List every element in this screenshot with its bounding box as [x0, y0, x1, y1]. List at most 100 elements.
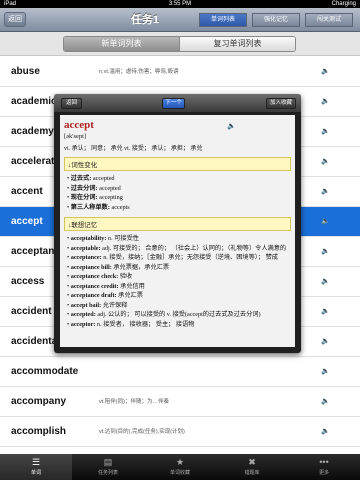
detail-key: acceptable:	[70, 244, 101, 252]
detail-value: accepting	[97, 194, 123, 201]
speaker-icon[interactable]: 🔈	[321, 98, 330, 106]
tab-label: 任务列表	[97, 470, 118, 476]
speaker-icon[interactable]: 🔈	[321, 158, 330, 166]
word-definition: vt.达到(目的),完成(任务),实现(计划)	[99, 429, 185, 435]
speaker-icon[interactable]: 🔈	[227, 122, 236, 130]
detail-value: 承兑票据，承兑汇票	[111, 263, 170, 271]
detail-value: n. 接受，接纳；［金融］承兑；无怨接受（逆境、困境等）； 赞成	[101, 254, 278, 261]
detail-item: acceptance check: 验收	[67, 272, 291, 282]
popup-content: accept 🔈 [ək'sept] vi. 承认； 同意； 承兑 vt. 接受…	[60, 115, 295, 347]
detail-item: acceptance credit: 承兑信用	[67, 282, 291, 292]
tab-bar: ☰ 单词 ▤ 任务列表 ★ 单词收藏 ✖ 错题库 ••• 更多	[0, 454, 360, 480]
status-bar: iPad 3:55 PM Charging	[0, 0, 360, 8]
detail-key: accept bail:	[70, 301, 102, 309]
word-text: academy	[11, 126, 54, 137]
segment-bar: 新单词列表 复习单词列表	[0, 32, 360, 56]
tab-more[interactable]: ••• 更多	[288, 454, 360, 480]
detail-value: accepts	[109, 203, 130, 211]
speaker-icon[interactable]: 🔈	[321, 308, 330, 316]
word-text: access	[11, 276, 45, 287]
speaker-icon[interactable]: 🔈	[321, 188, 330, 196]
detail-item: acceptance bill: 承兑票据，承兑汇票	[67, 263, 291, 273]
detail-key: accepted:	[70, 311, 96, 318]
headword: accept	[64, 119, 94, 131]
detail-value: 验收	[118, 273, 133, 280]
speaker-icon[interactable]: 🔈	[321, 428, 330, 436]
detail-key: acceptance:	[70, 254, 102, 261]
detail-value: adj. 公认的； 可以接受的 v. 接受(accept的过去式及过去分词)	[95, 311, 261, 318]
detail-key: acceptor:	[70, 320, 96, 328]
detail-item: acceptance draft: 承兑汇票	[67, 291, 291, 301]
tab-label: 单词收藏	[169, 470, 190, 476]
list-segment-control: 新单词列表 复习单词列表	[63, 36, 296, 52]
detail-value: adj. 可接受的； 合意的； （社会上）认同的；（礼物等）令人满意的	[100, 244, 287, 252]
detail-key: 现在分词:	[70, 194, 98, 201]
detail-item: 过去分词: accepted	[67, 184, 291, 194]
speaker-icon[interactable]: 🔈	[321, 368, 330, 376]
word-row[interactable]: accompany vt.陪伴(同)；伴随；为…伴奏 🔈	[0, 387, 360, 417]
detail-item: 过去式: accepted	[67, 174, 291, 184]
word-text: accent	[11, 186, 43, 197]
word-text: accidental	[11, 336, 60, 347]
word-definition: n.vt.滥用；虐待,伤害；辱骂,毁谤	[99, 69, 179, 75]
segment-review-words[interactable]: 复习单词列表	[179, 37, 295, 51]
detail-value: 承兑汇票	[116, 292, 143, 299]
speaker-icon[interactable]: 🔈	[321, 278, 330, 286]
detail-key: 过去式:	[70, 175, 92, 182]
nav-bar: 返回 任务1 单词列表 强化记忆 闯关测试	[0, 8, 360, 32]
word-row[interactable]: abuse n.vt.滥用；虐待,伤害；辱骂,毁谤 🔈	[0, 57, 360, 87]
popup-back-button[interactable]: 返回	[61, 98, 82, 109]
tab-star[interactable]: ★ 单词收藏	[144, 454, 216, 480]
detail-value: accepted	[97, 184, 121, 192]
speaker-icon[interactable]: 🔈	[321, 248, 330, 256]
speaker-icon[interactable]: 🔈	[321, 128, 330, 136]
word-text: accommodate	[11, 366, 79, 377]
tab-label: 错题库	[244, 470, 260, 476]
meaning: vi. 承认； 同意； 承兑 vt. 接受； 承认； 承担； 承兑	[64, 146, 203, 152]
detail-value: n. 可接受性	[106, 235, 139, 242]
detail-value: 允许保释	[101, 301, 128, 309]
word-text: accept	[11, 216, 43, 227]
detail-key: acceptance bill:	[70, 263, 112, 271]
detail-key: acceptance credit:	[70, 282, 119, 290]
tab-clipboard[interactable]: ▤ 任务列表	[72, 454, 144, 480]
battery-status: Charging	[331, 1, 356, 7]
more-icon: •••	[319, 457, 329, 467]
word-row[interactable]: accomplish vt.达到(目的),完成(任务),实现(计划) 🔈	[0, 417, 360, 447]
detail-item: 第三人称单数: accepts	[67, 203, 291, 213]
next-word-button[interactable]: 下一个	[162, 98, 185, 109]
back-button[interactable]: 返回	[4, 12, 26, 27]
speaker-icon[interactable]: 🔈	[321, 398, 330, 406]
tab-x-circle[interactable]: ✖ 错题库	[216, 454, 288, 480]
clock: 3:55 PM	[168, 1, 192, 7]
tab-list[interactable]: ☰ 单词	[0, 454, 72, 480]
speaker-icon[interactable]: 🔈	[321, 338, 330, 346]
add-favorite-button[interactable]: 加入收藏	[266, 98, 296, 109]
detail-item: accepted: adj. 公认的； 可以接受的 v. 接受(accept的过…	[67, 310, 291, 320]
section-inflections: ↓词性变化	[64, 157, 291, 171]
detail-value: accepted	[91, 175, 115, 182]
association-list: acceptability: n. 可接受性acceptable: adj. 可…	[64, 234, 291, 329]
word-row[interactable]: accommodate 🔈	[0, 357, 360, 387]
detail-key: acceptability:	[70, 235, 107, 242]
tab-label: 单词	[30, 470, 41, 476]
speaker-icon[interactable]: 🔈	[321, 68, 330, 76]
detail-value: n. 接受者， 接收器； 受主； 接语物	[95, 320, 195, 328]
detail-item: acceptable: adj. 可接受的； 合意的； （社会上）认同的；（礼物…	[67, 244, 291, 254]
list-icon: ☰	[31, 457, 41, 467]
detail-item: 现在分词: accepting	[67, 193, 291, 203]
word-detail-popup: 返回 下一个 加入收藏 accept 🔈 [ək'sept] vi. 承认； 同…	[54, 94, 301, 353]
popup-toolbar: 返回 下一个 加入收藏	[54, 94, 301, 112]
detail-key: acceptance draft:	[70, 292, 117, 299]
tab-reinforce[interactable]: 强化记忆	[252, 13, 300, 27]
tab-test[interactable]: 闯关测试	[305, 13, 353, 27]
segment-new-words[interactable]: 新单词列表	[64, 37, 179, 51]
word-text: accident	[11, 306, 52, 317]
detail-item: acceptability: n. 可接受性	[67, 234, 291, 244]
inflection-list: 过去式: accepted过去分词: accepted现在分词: accepti…	[64, 174, 291, 212]
word-text: accomplish	[11, 426, 67, 437]
tab-word-list[interactable]: 单词列表	[199, 13, 247, 27]
star-icon: ★	[175, 457, 185, 467]
speaker-icon[interactable]: 🔈	[321, 218, 330, 226]
detail-item: acceptor: n. 接受者， 接收器； 受主； 接语物	[67, 320, 291, 330]
